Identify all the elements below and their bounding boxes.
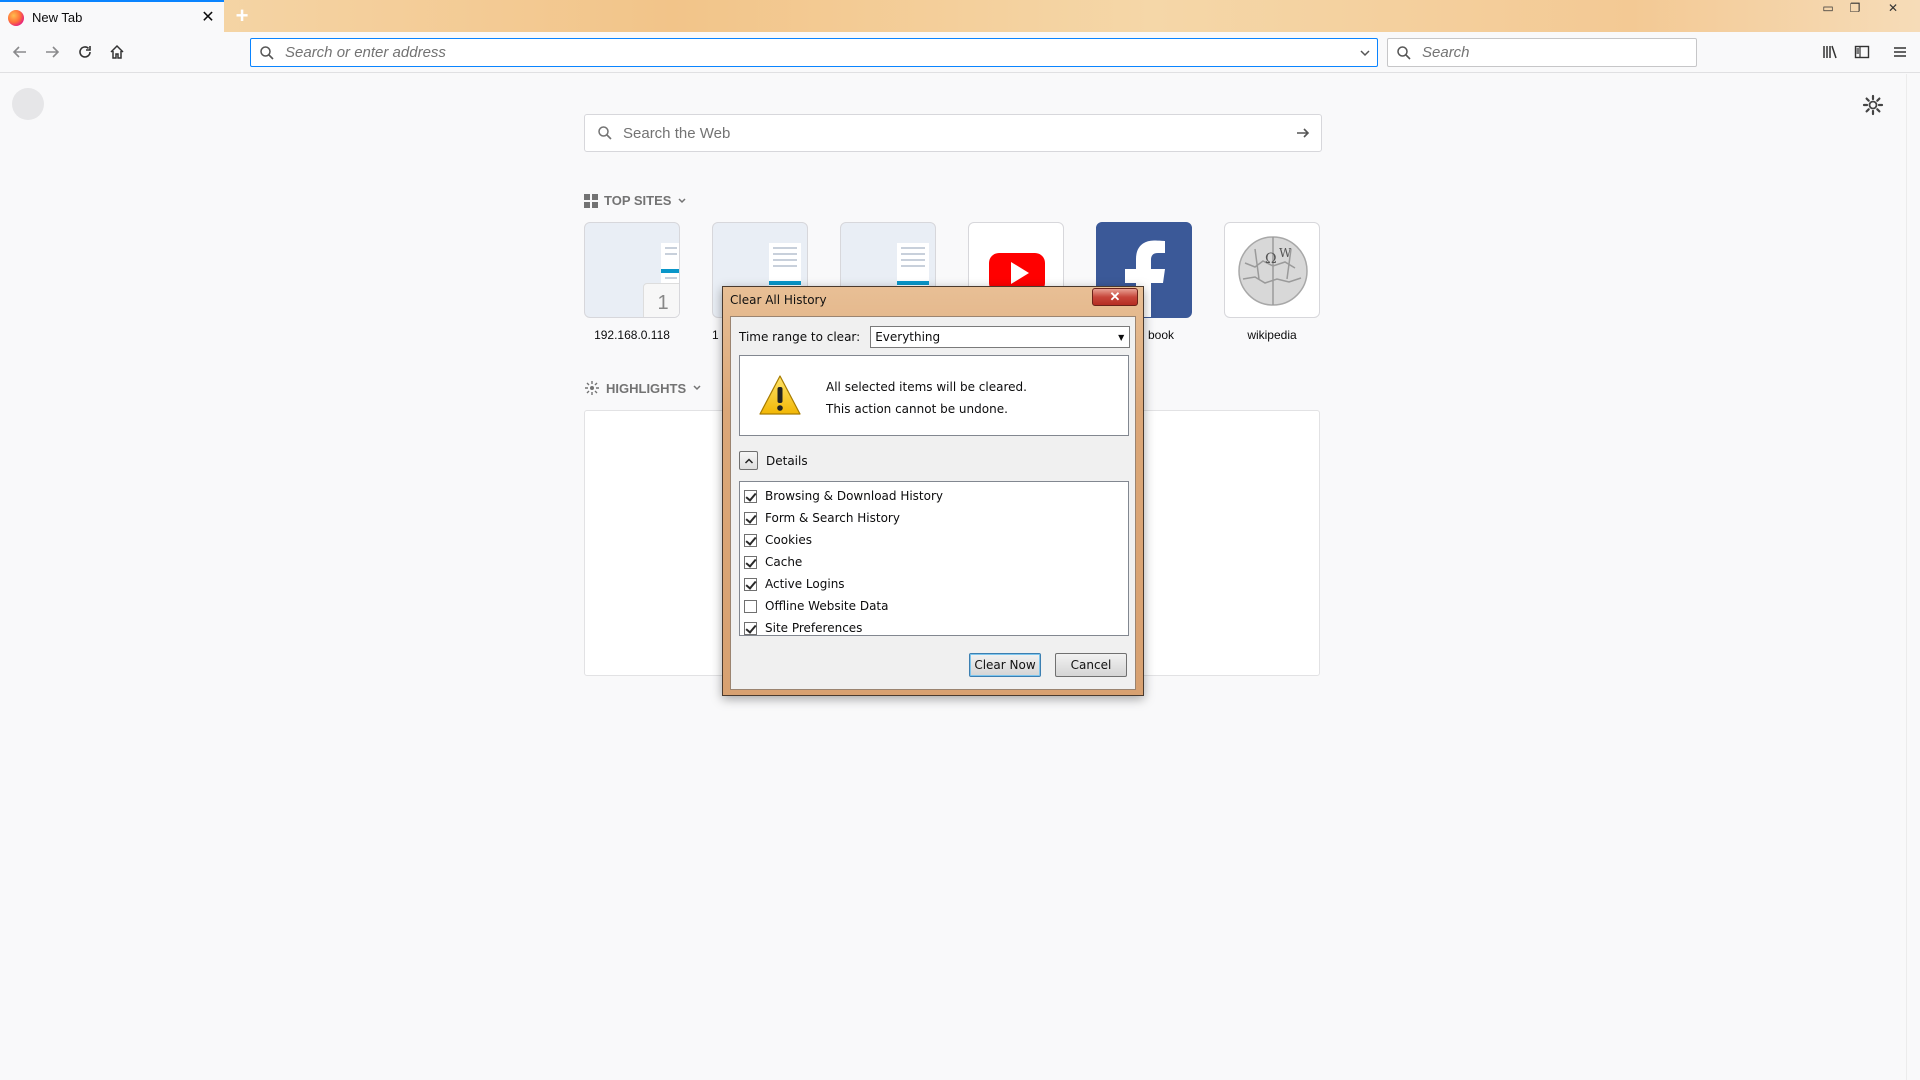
menu-icon [1894,47,1906,57]
pinned-index-badge: 1 [643,283,679,317]
search-icon [1397,45,1411,60]
dialog-title: Clear All History [730,293,827,307]
top-site-label: 192.168.0.118 [594,328,670,342]
site-screenshot: 1 [584,222,680,318]
details-label: Details [766,453,808,468]
details-toggle[interactable]: Details [739,451,808,470]
top-sites-heading[interactable]: TOP SITES [584,193,687,208]
item-label: Active Logins [765,577,845,591]
web-search-input[interactable] [623,124,1285,142]
close-icon: ✕ [1109,289,1121,304]
time-range-value: Everything [875,330,941,344]
tab-close-icon[interactable]: ✕ [200,9,216,26]
item-label: Offline Website Data [765,599,889,613]
search-icon [598,126,612,140]
clear-now-button[interactable]: Clear Now [969,653,1041,677]
sidebar-button[interactable] [1848,38,1876,66]
grid-icon [584,193,598,208]
url-bar[interactable] [250,38,1378,67]
search-input[interactable] [1422,44,1696,61]
wikipedia-logo-icon: Ω W [1224,222,1320,318]
new-tab-button[interactable]: + [230,4,254,28]
clear-history-dialog: Clear All History ✕ Time range to clear:… [722,286,1144,696]
cancel-button[interactable]: Cancel [1055,653,1127,677]
list-item[interactable]: Cookies [740,529,1128,551]
svg-text:Ω: Ω [1265,251,1277,267]
checkbox-checked[interactable] [744,533,757,547]
reload-icon [79,46,91,58]
highlights-heading[interactable]: HIGHLIGHTS [584,380,702,396]
tab-title: New Tab [32,10,83,25]
forward-icon [46,46,60,58]
time-range-select[interactable]: Everything ▼ [870,326,1131,348]
top-site-tile-wikipedia[interactable]: Ω W wikipedia [1224,222,1320,342]
firefox-favicon-icon [8,9,24,26]
time-range-label: Time range to clear: [739,330,861,344]
search-icon [260,45,274,60]
back-icon [12,46,26,58]
list-item[interactable]: Browsing & Download History [740,485,1128,507]
search-bar[interactable] [1387,38,1697,67]
minimize-button[interactable]: ▭ [1815,0,1841,18]
item-label: Browsing & Download History [765,489,944,503]
home-button[interactable] [103,38,131,66]
item-label: Site Preferences [765,621,863,635]
chevron-down-icon [693,385,701,391]
warning-icon [759,375,801,415]
window-close-button[interactable]: ✕ [1880,0,1906,18]
gear-icon[interactable] [1862,94,1884,116]
vertical-scrollbar[interactable] [1906,74,1920,1080]
top-sites-label: TOP SITES [604,193,672,208]
list-item[interactable]: Active Logins [740,573,1128,595]
menu-button[interactable] [1886,38,1914,66]
item-label: Cookies [765,533,812,547]
list-item[interactable]: Form & Search History [740,507,1128,529]
list-item[interactable]: Offline Website Data [740,595,1128,617]
history-items-list: Browsing & Download History Form & Searc… [739,481,1129,636]
item-label: Form & Search History [765,511,900,525]
highlights-label: HIGHLIGHTS [606,380,687,396]
firefox-logo-icon [12,88,44,120]
list-item[interactable]: Site Preferences [740,617,1128,639]
back-button[interactable] [6,38,34,66]
home-icon [110,44,124,59]
list-item[interactable]: Cache [740,551,1128,573]
collapse-details-button[interactable] [739,451,758,470]
highlights-icon [585,381,599,395]
warning-line-1: All selected items will be cleared. [826,380,1027,394]
chevron-up-icon [744,457,753,464]
arrow-right-icon [1297,128,1310,138]
forward-button[interactable] [38,38,66,66]
item-label: Cache [765,555,803,569]
checkbox-unchecked[interactable] [744,599,757,613]
checkbox-checked[interactable] [744,621,757,635]
svg-text:W: W [1279,246,1292,260]
library-icon [1823,45,1837,59]
reload-button[interactable] [71,38,99,66]
web-search-box[interactable] [584,114,1322,152]
search-submit-button[interactable] [1285,125,1321,141]
warning-panel: All selected items will be cleared. This… [739,355,1129,436]
dialog-body: Time range to clear: Everything ▼ All se… [730,316,1136,690]
navigation-toolbar [0,32,1920,73]
warning-line-2: This action cannot be undone. [826,402,1008,416]
time-range-row: Time range to clear: Everything ▼ [739,326,1131,348]
checkbox-checked[interactable] [744,555,757,569]
top-site-label: wikipedia [1247,328,1297,342]
dropdown-arrow-icon: ▼ [1118,332,1125,342]
dialog-close-button[interactable]: ✕ [1092,288,1138,306]
url-dropdown-chevron-icon[interactable] [1353,41,1377,65]
tab-new-tab[interactable]: New Tab ✕ [0,0,224,33]
tab-strip: New Tab ✕ + ▭ ❐ ✕ [0,0,1920,33]
top-site-tile[interactable]: 1 192.168.0.118 [584,222,680,342]
library-button[interactable] [1816,38,1844,66]
sidebar-icon [1854,45,1870,59]
url-input[interactable] [285,44,1353,61]
chevron-down-icon [678,197,686,203]
restore-button[interactable]: ❐ [1842,0,1868,18]
checkbox-checked[interactable] [744,511,757,525]
checkbox-checked[interactable] [744,577,757,591]
checkbox-checked[interactable] [744,489,757,503]
warning-text: All selected items will be cleared. This… [826,376,1027,420]
